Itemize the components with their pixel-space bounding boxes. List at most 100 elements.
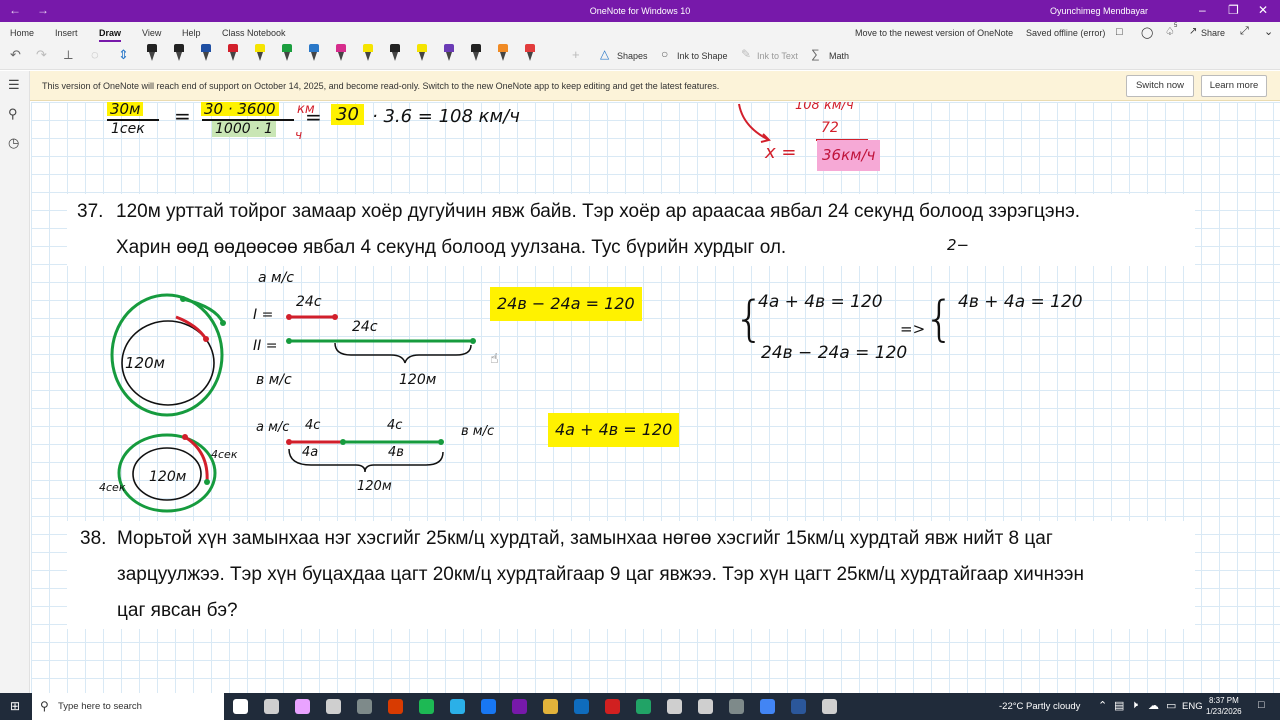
- taskbar-app-icon[interactable]: [357, 699, 372, 714]
- ink-time-4a: 4с: [305, 418, 321, 433]
- redo-icon[interactable]: ↷: [36, 47, 47, 63]
- pen-swatch[interactable]: [280, 44, 294, 66]
- switch-now-button[interactable]: Switch now: [1126, 75, 1194, 97]
- taskbar-app-icon[interactable]: [791, 699, 806, 714]
- pen-swatch[interactable]: [442, 44, 456, 66]
- pen-swatch[interactable]: [415, 44, 429, 66]
- network-icon[interactable]: ▤: [1114, 699, 1124, 712]
- left-navigation-rail: ☰ ⚲ ◷: [0, 71, 30, 693]
- expand-icon[interactable]: ⤢: [1240, 25, 1249, 38]
- pen-swatch[interactable]: [334, 44, 348, 66]
- pen-swatch[interactable]: [523, 44, 537, 66]
- taskbar-app-icon[interactable]: [450, 699, 465, 714]
- pen-swatch[interactable]: [253, 44, 267, 66]
- note-canvas[interactable]: 30м 1сек = 30 · 3600 км 1000 · 1 ч = 30 …: [31, 102, 1280, 693]
- minimize-icon[interactable]: –: [1199, 3, 1206, 17]
- tab-insert[interactable]: Insert: [55, 28, 78, 38]
- taskbar-app-icon[interactable]: [636, 699, 651, 714]
- ink-brace-left: {: [734, 291, 765, 347]
- problem-38-line1: Морьтой хүн замынхаа нэг хэсгийг 25км/ц …: [117, 528, 1053, 549]
- pen-swatch[interactable]: [226, 44, 240, 66]
- recent-icon[interactable]: ◷: [8, 135, 19, 151]
- tab-view[interactable]: View: [142, 28, 161, 38]
- tab-draw[interactable]: Draw: [99, 28, 122, 42]
- taskbar-app-icon[interactable]: [543, 699, 558, 714]
- taskbar-app-icon[interactable]: [698, 699, 713, 714]
- ink-circle2-label: 120м: [149, 469, 187, 485]
- notebooks-icon[interactable]: ☰: [8, 77, 20, 93]
- pen-swatch[interactable]: [361, 44, 375, 66]
- lightbulb-icon[interactable]: ◯: [1141, 26, 1153, 39]
- pen-swatch[interactable]: [307, 44, 321, 66]
- maximize-icon[interactable]: ❐: [1228, 3, 1239, 17]
- taskbar-app-icon[interactable]: [729, 699, 744, 714]
- taskbar-app-icon[interactable]: [419, 699, 434, 714]
- notification-count: 5: [1174, 23, 1178, 29]
- taskbar-app-icon[interactable]: [295, 699, 310, 714]
- pen-swatch[interactable]: [172, 44, 186, 66]
- clock-time[interactable]: 8:37 PM: [1209, 696, 1239, 705]
- add-pen-icon[interactable]: +: [572, 47, 580, 62]
- onedrive-icon[interactable]: ☁: [1148, 699, 1159, 712]
- learn-more-button[interactable]: Learn more: [1201, 75, 1267, 97]
- taskbar-app-icon[interactable]: [574, 699, 589, 714]
- input-language[interactable]: ENG: [1182, 701, 1203, 712]
- taskbar-search-box[interactable]: ⚲ Type here to search: [32, 693, 224, 720]
- taskbar-app-icon[interactable]: [605, 699, 620, 714]
- math-icon: ∑: [811, 47, 820, 61]
- windows-start-icon[interactable]: ⊞: [10, 699, 20, 713]
- lasso-select-icon[interactable]: ⟂: [64, 47, 73, 63]
- volume-icon[interactable]: 🕨: [1131, 699, 1138, 712]
- math-button[interactable]: Math: [829, 51, 849, 61]
- close-icon[interactable]: ✕: [1258, 3, 1268, 17]
- taskbar-app-icon[interactable]: [481, 699, 496, 714]
- problem-38-line2: зарцуулжээ. Тэр хүн буцахдаа цагт 20км/ц…: [117, 564, 1084, 585]
- ink-to-text-button[interactable]: Ink to Text: [757, 51, 798, 61]
- pen-swatch[interactable]: [145, 44, 159, 66]
- taskbar-app-icon[interactable]: [264, 699, 279, 714]
- user-name[interactable]: Oyunchimeg Mendbayar: [1050, 6, 1148, 16]
- undo-icon[interactable]: ↶: [10, 47, 21, 63]
- comment-icon[interactable]: □: [1116, 26, 1123, 38]
- taskbar-app-icon[interactable]: [822, 699, 837, 714]
- clock-date[interactable]: 1/23/2026: [1206, 707, 1242, 716]
- problem-37-line2: Харин өөд өөдөөсөө явбал 4 секунд болоод…: [116, 237, 787, 258]
- ink-side-note: 2−: [947, 236, 970, 254]
- ink-fraction2-denominator: 1000 · 1: [212, 121, 276, 137]
- tab-home[interactable]: Home: [10, 28, 34, 38]
- taskbar-app-icon[interactable]: [326, 699, 341, 714]
- pen-swatch[interactable]: [469, 44, 483, 66]
- ink-marker-I: I =: [253, 307, 274, 323]
- taskbar-app-icon[interactable]: [388, 699, 403, 714]
- pen-swatch[interactable]: [199, 44, 213, 66]
- ink-equation-box-1: 24в − 24а = 120: [490, 287, 642, 321]
- ink-to-shape-icon: ○: [661, 47, 669, 61]
- taskbar-app-icon[interactable]: [233, 699, 248, 714]
- ink-right-result-box: 36км/ч: [817, 140, 881, 171]
- ink-to-shape-button[interactable]: Ink to Shape: [677, 51, 728, 61]
- share-button[interactable]: Share: [1201, 28, 1225, 38]
- taskbar-app-icon[interactable]: [667, 699, 682, 714]
- add-space-icon[interactable]: ⇕: [118, 47, 129, 63]
- problem-37-number: 37.: [77, 201, 104, 222]
- search-icon[interactable]: ⚲: [8, 106, 18, 122]
- tab-help[interactable]: Help: [182, 28, 201, 38]
- shapes-button[interactable]: Shapes: [617, 51, 648, 61]
- eraser-select-icon[interactable]: ◌: [91, 47, 99, 62]
- ink-equation-box-2: 4а + 4в = 120: [548, 413, 680, 447]
- taskbar-app-icon[interactable]: [512, 699, 527, 714]
- weather-widget[interactable]: -22°C Partly cloudy: [999, 701, 1080, 712]
- share-icon: ↗: [1189, 26, 1198, 37]
- notifications-icon[interactable]: □: [1258, 699, 1265, 711]
- taskbar-app-icon[interactable]: [760, 699, 775, 714]
- move-to-new-version-link[interactable]: Move to the newest version of OneNote: [855, 28, 1013, 38]
- pen-swatch[interactable]: [388, 44, 402, 66]
- tray-expand-icon[interactable]: ⌃: [1098, 699, 1107, 712]
- tab-class-notebook[interactable]: Class Notebook: [222, 28, 286, 38]
- more-icon[interactable]: ⌄: [1264, 25, 1273, 38]
- battery-icon[interactable]: ▭: [1166, 699, 1176, 712]
- ink-circle1-label: 120м: [125, 354, 165, 372]
- pen-swatch[interactable]: [496, 44, 510, 66]
- problem-38-number: 38.: [80, 528, 107, 549]
- windows-taskbar: ⊞ ⚲ Type here to search -22°C Partly clo…: [0, 693, 1280, 720]
